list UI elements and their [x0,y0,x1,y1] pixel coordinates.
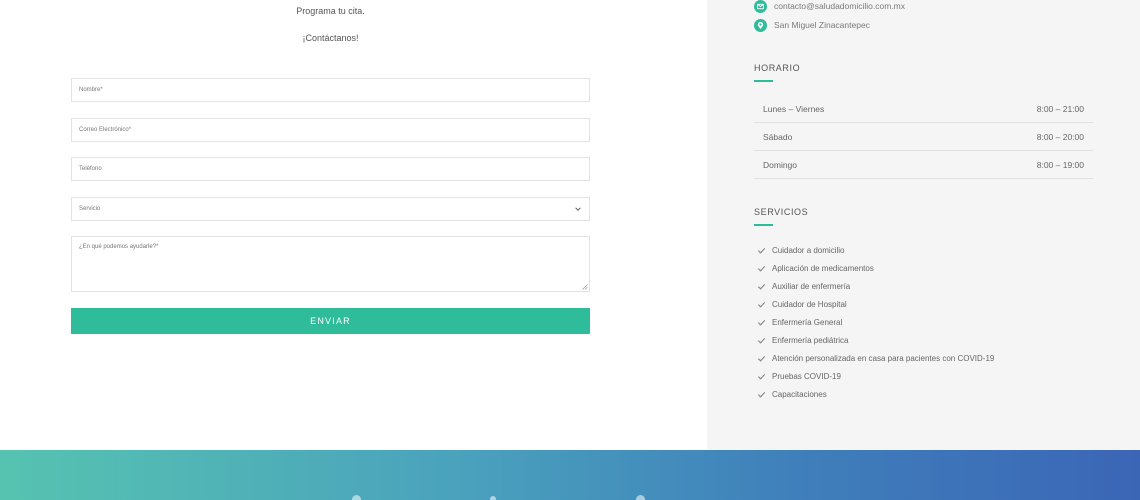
service-item-label: Capacitaciones [772,389,827,399]
check-icon [757,247,766,254]
contact-location-text: San Miguel Zinacantepec [774,20,870,30]
contact-email[interactable]: contacto@saludadomicilio.com.mx [754,0,905,13]
check-icon [757,265,766,272]
schedule-hours: 8:00 – 19:00 [1036,160,1084,170]
service-item-label: Cuidador a domicilio [772,245,845,255]
check-icon [757,355,766,362]
service-item: Cuidador de Hospital [757,298,847,310]
service-item-label: Enfermería pediátrica [772,335,849,345]
message-textarea[interactable]: ¿En qué podemos ayudarle?* [71,236,590,292]
resize-handle-icon[interactable] [582,284,588,290]
chevron-down-icon [575,207,581,211]
contact-location: San Miguel Zinacantepec [754,18,870,32]
schedule-row: Domingo 8:00 – 19:00 [754,151,1093,179]
service-item: Capacitaciones [757,388,827,400]
check-icon [757,301,766,308]
footer-banner [0,450,1140,500]
service-item: Pruebas COVID-19 [757,370,841,382]
phone-field[interactable]: Teléfono [71,157,590,181]
service-item: Auxiliar de enfermería [757,280,850,292]
schedule-hours: 8:00 – 20:00 [1036,132,1084,142]
schedule-title: HORARIO [754,63,801,73]
service-item-label: Pruebas COVID-19 [772,371,841,381]
schedule-hours: 8:00 – 21:00 [1036,104,1084,114]
service-item: Enfermería General [757,316,842,328]
service-select-value: Servicio [79,206,101,212]
service-item-label: Atención personalizada en casa para paci… [772,353,995,363]
map-pin-icon [754,18,767,32]
schedule-day: Domingo [763,160,798,170]
schedule-row: Lunes – Viernes 8:00 – 21:00 [754,95,1093,123]
phone-field-placeholder: Teléfono [79,166,102,172]
intro-text-schedule: Programa tu cita. [296,6,365,16]
message-textarea-placeholder: ¿En qué podemos ayudarle?* [79,244,159,250]
service-item-label: Aplicación de medicamentos [772,263,874,273]
services-title: SERVICIOS [754,207,809,217]
check-icon [757,391,766,398]
envelope-icon [754,0,767,13]
contact-form-section: Programa tu cita. ¡Contáctanos! Nombre* … [0,0,707,450]
email-field-placeholder: Correo Electrónico* [79,127,132,133]
name-field[interactable]: Nombre* [71,78,590,102]
check-icon [757,319,766,326]
check-icon [757,373,766,380]
service-item: Enfermería pediátrica [757,334,848,346]
info-sidebar: contacto@saludadomicilio.com.mx San Migu… [707,0,1140,450]
footer-decoration-icon [636,495,645,500]
service-select[interactable]: Servicio [71,197,590,221]
service-item-label: Cuidador de Hospital [772,299,847,309]
service-item: Aplicación de medicamentos [757,262,874,274]
services-title-underline [754,224,773,226]
schedule-day: Sábado [763,132,793,142]
check-icon [757,337,766,344]
submit-button[interactable]: ENVIAR [71,308,590,334]
schedule-title-underline [754,80,773,82]
footer-decoration-icon [352,495,361,500]
service-item: Cuidador a domicilio [757,244,844,256]
check-icon [757,283,766,290]
contact-email-text: contacto@saludadomicilio.com.mx [774,1,905,11]
email-field[interactable]: Correo Electrónico* [71,118,590,142]
schedule-day: Lunes – Viernes [763,104,825,114]
schedule-row: Sábado 8:00 – 20:00 [754,123,1093,151]
service-item-label: Enfermería General [772,317,843,327]
footer-decoration-icon [490,496,496,500]
service-item: Atención personalizada en casa para paci… [757,352,994,364]
intro-text-contact: ¡Contáctanos! [302,33,359,43]
service-item-label: Auxiliar de enfermería [772,281,851,291]
name-field-placeholder: Nombre* [79,87,103,93]
